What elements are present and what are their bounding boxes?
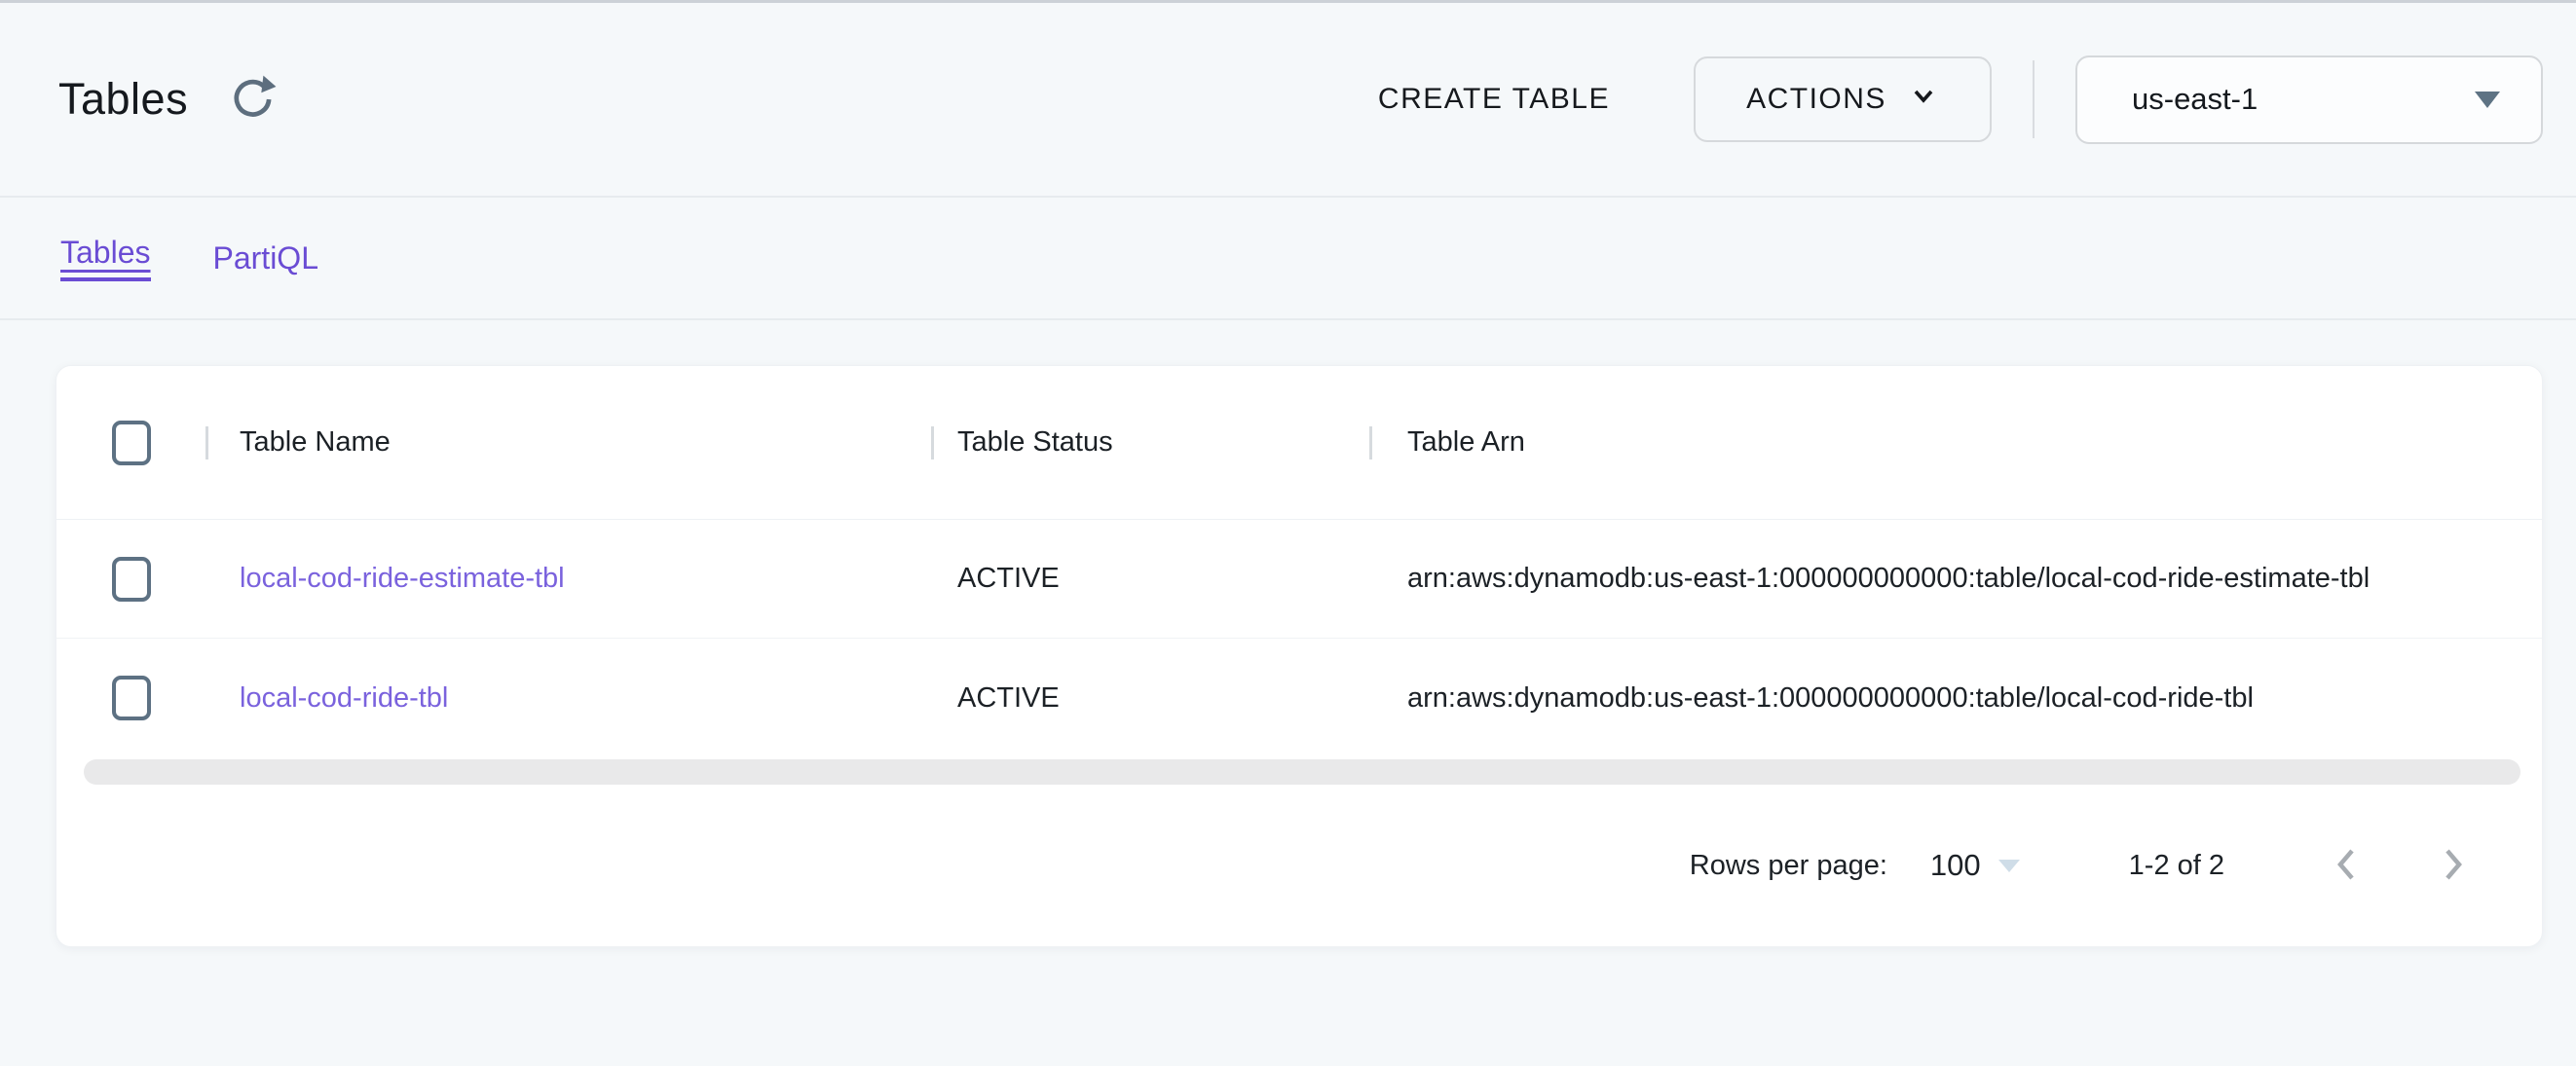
actions-dropdown-button[interactable]: ACTIONS — [1694, 56, 1992, 142]
pagination-range-label: 1-2 of 2 — [2129, 850, 2224, 882]
table-name-link[interactable]: local-cod-ride-estimate-tbl — [240, 563, 565, 594]
create-table-button[interactable]: CREATE TABLE — [1357, 65, 1631, 133]
table-arn-cell: arn:aws:dynamodb:us-east-1:000000000000:… — [1372, 682, 2542, 715]
tab-partiql[interactable]: PartiQL — [213, 240, 318, 276]
chevron-right-icon — [2430, 842, 2475, 890]
actions-button-label: ACTIONS — [1746, 83, 1886, 116]
previous-page-button[interactable] — [2318, 836, 2376, 895]
header-divider — [2033, 60, 2035, 138]
table-status-cell: ACTIVE — [934, 563, 1369, 595]
table-row: local-cod-ride-tbl ACTIVE arn:aws:dynamo… — [56, 639, 2542, 757]
tabbar: Tables PartiQL — [0, 198, 2576, 320]
table-row: local-cod-ride-estimate-tbl ACTIVE arn:a… — [56, 520, 2542, 639]
chevron-left-icon — [2325, 842, 2370, 890]
table-name-cell: local-cod-ride-estimate-tbl — [208, 563, 931, 595]
table-name-cell: local-cod-ride-tbl — [208, 682, 931, 715]
page-title: Tables — [58, 74, 188, 125]
chevron-down-icon — [1908, 80, 1939, 119]
select-all-cell — [56, 421, 205, 465]
grid-header-row: Table Name Table Status Table Arn — [56, 366, 2542, 520]
rows-per-page-value: 100 — [1930, 848, 1981, 883]
dropdown-caret-icon — [2475, 92, 2500, 108]
row-checkbox[interactable] — [112, 557, 151, 602]
region-selected-value: us-east-1 — [2132, 82, 2258, 117]
tables-card: Table Name Table Status Table Arn local-… — [56, 365, 2543, 947]
rows-per-page-label: Rows per page: — [1690, 850, 1887, 882]
table-arn-cell: arn:aws:dynamodb:us-east-1:000000000000:… — [1372, 563, 2542, 595]
next-page-button[interactable] — [2423, 836, 2482, 895]
row-checkbox[interactable] — [112, 676, 151, 720]
column-header-table-status[interactable]: Table Status — [934, 426, 1369, 459]
dropdown-caret-icon — [1998, 860, 2020, 872]
row-checkbox-cell — [56, 676, 205, 720]
column-header-table-arn[interactable]: Table Arn — [1372, 426, 2542, 459]
tab-tables[interactable]: Tables — [60, 235, 151, 281]
pagination-bar: Rows per page: 100 1-2 of 2 — [56, 785, 2542, 946]
app-header: Tables CREATE TABLE ACTIONS us-east-1 — [0, 3, 2576, 198]
select-all-checkbox[interactable] — [112, 421, 151, 465]
table-status-cell: ACTIVE — [934, 682, 1369, 715]
column-header-table-name[interactable]: Table Name — [208, 426, 931, 459]
rows-per-page-select[interactable]: 100 — [1930, 848, 2020, 883]
refresh-icon — [229, 74, 278, 126]
refresh-button[interactable] — [227, 73, 280, 126]
horizontal-scrollbar[interactable] — [84, 759, 2520, 785]
row-checkbox-cell — [56, 557, 205, 602]
region-select[interactable]: us-east-1 — [2075, 55, 2543, 144]
table-name-link[interactable]: local-cod-ride-tbl — [240, 682, 448, 714]
